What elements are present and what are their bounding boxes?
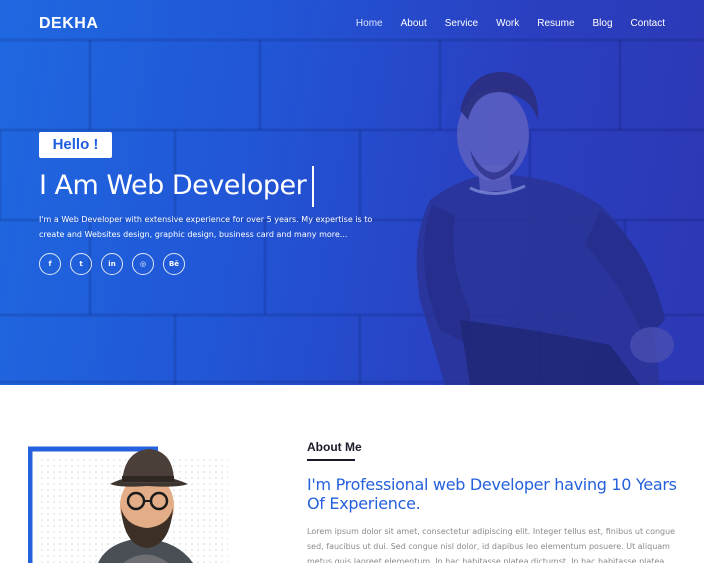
headline-role: Web Developer [106, 170, 307, 201]
hero-section: DEKHA Home About Service Work Resume Blo… [0, 0, 704, 385]
facebook-icon[interactable]: f [39, 253, 61, 275]
nav-menu: Home About Service Work Resume Blog Cont… [338, 18, 665, 29]
about-text: Lorem ipsum dolor sit amet, consectetur … [307, 527, 676, 563]
about-title: About Me [307, 440, 362, 454]
behance-icon[interactable]: Bē [163, 253, 185, 275]
headline-prefix: I Am [39, 170, 99, 201]
nav-item-service[interactable]: Service [445, 18, 478, 29]
brand-logo[interactable]: DEKHA [39, 15, 98, 33]
hero-intro: I'm a Web Developer with extensive exper… [39, 215, 373, 239]
nav-item-blog[interactable]: Blog [593, 18, 613, 29]
about-title-underline [307, 459, 355, 461]
nav-item-work[interactable]: Work [496, 18, 519, 29]
twitter-icon[interactable]: t [70, 253, 92, 275]
nav-item-contact[interactable]: Contact [631, 18, 665, 29]
nav-item-home[interactable]: Home [356, 18, 383, 29]
nav-item-about[interactable]: About [401, 18, 427, 29]
about-heading: I'm Professional web Developer having 10… [307, 475, 677, 513]
hello-badge: Hello ! [39, 132, 112, 158]
about-portrait [28, 446, 228, 563]
hero-headline: I Am Web Developer [39, 170, 307, 201]
instagram-icon[interactable]: ◎ [132, 253, 154, 275]
typing-cursor [312, 166, 314, 207]
linkedin-icon[interactable]: in [101, 253, 123, 275]
nav-item-resume[interactable]: Resume [537, 18, 574, 29]
top-nav: DEKHA Home About Service Work Resume Blo… [0, 0, 704, 50]
social-links: f t in ◎ Bē [39, 253, 194, 275]
